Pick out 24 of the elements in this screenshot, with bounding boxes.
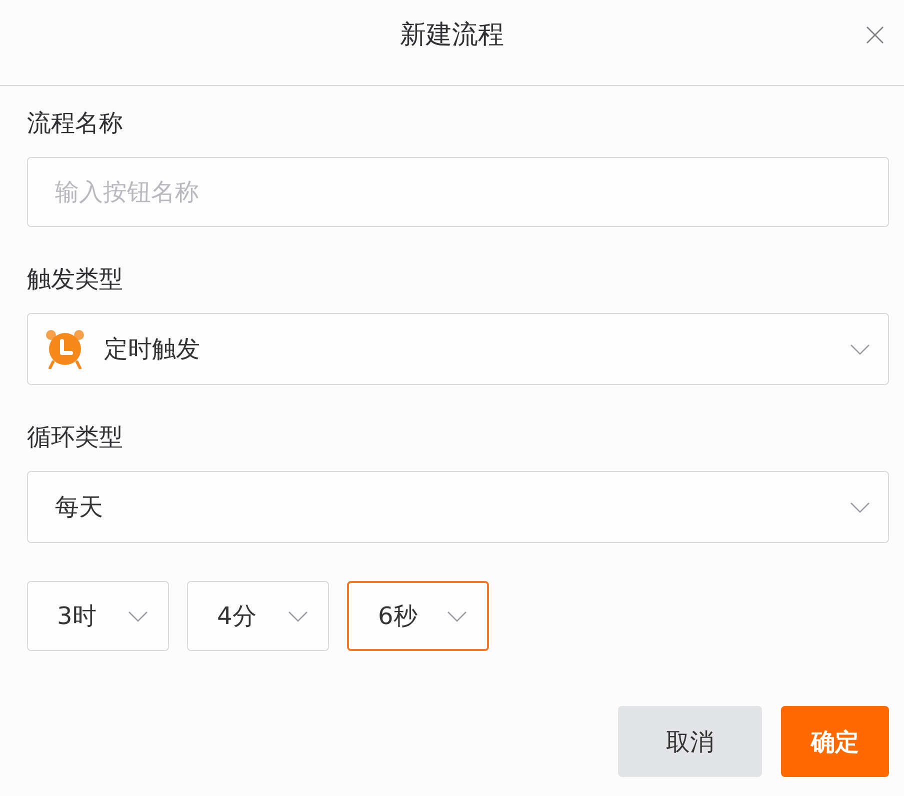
select-value: 定时触发 xyxy=(104,334,201,365)
cancel-button[interactable]: 取消 xyxy=(618,706,762,777)
close-icon xyxy=(866,26,884,44)
chevron-down-icon xyxy=(128,610,148,622)
field-label: 流程名称 xyxy=(27,108,124,139)
chevron-down-icon xyxy=(288,610,308,622)
time-select-field[interactable]: 6秒 xyxy=(347,581,489,651)
field-label: 循环类型 xyxy=(27,422,124,453)
select-field[interactable]: 定时触发 xyxy=(27,313,889,385)
time-value: 4分 xyxy=(217,601,258,632)
time-select-field[interactable]: 3时 xyxy=(27,581,169,651)
chevron-down-icon xyxy=(447,610,467,622)
time-value: 6秒 xyxy=(378,601,418,632)
name-input-field[interactable]: 输入按钮名称 xyxy=(27,157,889,227)
chevron-down-icon xyxy=(850,344,870,354)
dialog-title: 新建流程 xyxy=(400,19,504,52)
close-button[interactable] xyxy=(864,24,886,46)
time-value: 3时 xyxy=(57,601,98,632)
chevron-down-icon xyxy=(850,502,870,512)
field-label: 触发类型 xyxy=(27,264,124,295)
select-field[interactable]: 每天 xyxy=(27,471,889,543)
time-select-field[interactable]: 4分 xyxy=(187,581,329,651)
select-value: 每天 xyxy=(55,492,104,523)
alarm-clock-icon xyxy=(45,329,85,369)
